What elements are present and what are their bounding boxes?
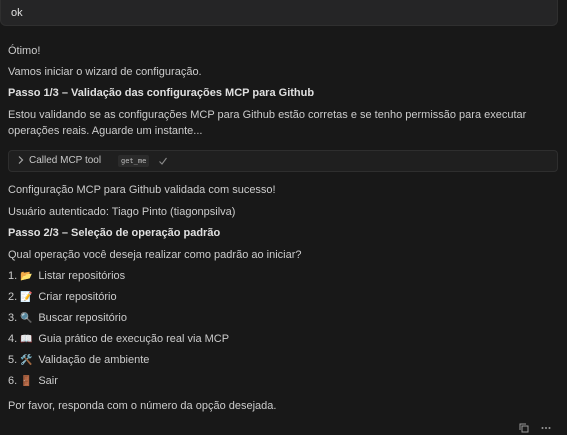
user-auth-text: Usuário autenticado: Tiago Pinto (tiagon…: [8, 206, 236, 218]
option-label: Criar repositório: [38, 291, 117, 303]
list-item: 5. 🛠️ Validação de ambiente: [8, 353, 149, 368]
option-label: Listar repositórios: [38, 270, 126, 282]
user-message-text: ok: [11, 7, 23, 19]
step1-text-line1: Estou validando se as configurações MCP …: [8, 109, 527, 121]
list-item: 3. 🔍 Buscar repositório: [8, 311, 127, 326]
option-label: Buscar repositório: [38, 312, 127, 324]
option-label: Guia prático de execução real via MCP: [38, 333, 230, 345]
option-number: 3.: [8, 312, 18, 324]
magnifier-icon: 🔍: [20, 313, 33, 324]
validated-text: Configuração MCP para Github validada co…: [8, 184, 276, 196]
more-icon[interactable]: [541, 423, 551, 433]
option-number: 5.: [8, 354, 18, 366]
intro-text: Vamos iniciar o wizard de configuração.: [8, 66, 202, 78]
option-number: 4.: [8, 333, 18, 345]
greeting: Ótimo!: [8, 45, 41, 57]
option-number: 2.: [8, 291, 18, 303]
step1-title: Passo 1/3 – Validação das configurações …: [8, 87, 315, 99]
tool-call-label: Called MCP tool: [29, 155, 102, 166]
closing-text: Por favor, responda com o número da opçã…: [8, 400, 277, 412]
option-number: 1.: [8, 270, 18, 282]
list-item: 2. 📝 Criar repositório: [8, 290, 117, 305]
option-number: 6.: [8, 375, 18, 387]
tools-icon: 🛠️: [20, 355, 33, 366]
copy-icon[interactable]: [519, 423, 529, 433]
question-text: Qual operação você deseja realizar como …: [8, 249, 302, 261]
option-label: Validação de ambiente: [38, 354, 150, 366]
tool-name-badge: get_me: [118, 155, 150, 167]
option-label: Sair: [38, 375, 58, 387]
list-item: 6. 🚪 Sair: [8, 374, 58, 389]
chevron-right-icon: [18, 156, 24, 164]
memo-icon: 📝: [20, 292, 33, 303]
step1-text-line2: operações reais. Aguarde um instante...: [8, 125, 203, 137]
list-item: 4. 📖 Guia prático de execução real via M…: [8, 332, 229, 347]
book-icon: 📖: [20, 334, 33, 345]
door-icon: 🚪: [20, 376, 33, 387]
step2-title: Passo 2/3 – Seleção de operação padrão: [8, 227, 221, 239]
list-item: 1. 📂 Listar repositórios: [8, 269, 125, 284]
check-icon: [159, 157, 167, 165]
tool-call-block[interactable]: Called MCP tool get_me: [8, 150, 558, 172]
user-message: ok: [0, 0, 558, 26]
folder-icon: 📂: [20, 271, 33, 282]
